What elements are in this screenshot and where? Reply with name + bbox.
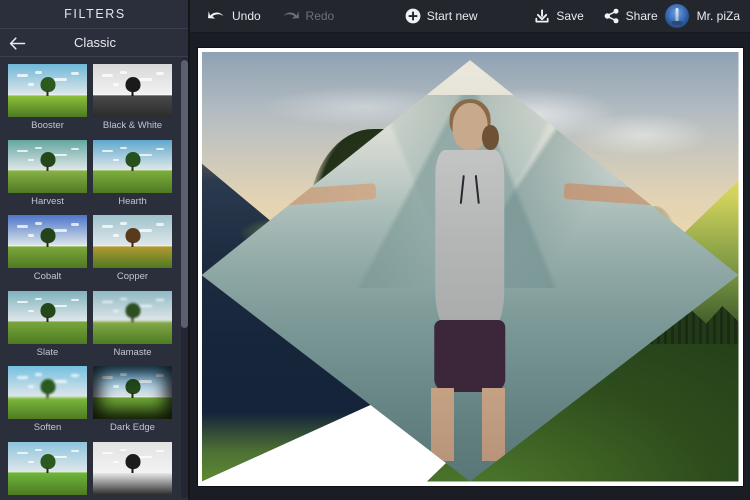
- filter-thumbnail[interactable]: [93, 366, 172, 419]
- filter-label: [8, 495, 87, 500]
- filter-item[interactable]: Namaste: [93, 290, 172, 363]
- filter-label: Namaste: [113, 346, 152, 358]
- filter-item[interactable]: [8, 441, 87, 500]
- filter-label: Cobalt: [33, 271, 62, 282]
- filter-label: Slate: [36, 346, 59, 358]
- filter-label: Copper: [116, 271, 149, 282]
- redo-button[interactable]: Redo: [274, 6, 342, 27]
- filter-item[interactable]: Dark Edge: [93, 366, 172, 438]
- save-button[interactable]: Save: [527, 5, 590, 27]
- undo-button[interactable]: Undo: [200, 6, 268, 27]
- filter-thumbnail[interactable]: [93, 215, 172, 268]
- filter-category-bar: Classic: [0, 29, 190, 57]
- canvas-area[interactable]: [190, 33, 750, 500]
- filter-thumbnail[interactable]: [8, 290, 87, 344]
- filters-sidebar: FILTERS Classic Booster Black & White Harv…: [0, 0, 190, 500]
- redo-arrow-icon: [281, 9, 300, 24]
- filter-label: Soften: [33, 422, 62, 433]
- filter-label: [93, 495, 172, 500]
- filter-thumbnail[interactable]: [8, 366, 87, 419]
- undo-label: Undo: [232, 9, 261, 23]
- avatar-image: [675, 8, 679, 22]
- arrow-left-icon[interactable]: [4, 29, 30, 57]
- save-label: Save: [556, 9, 584, 23]
- filter-thumbnail[interactable]: [93, 441, 172, 495]
- filter-item[interactable]: Soften: [8, 366, 87, 438]
- filter-item[interactable]: Harvest: [8, 139, 87, 212]
- user-avatar[interactable]: [664, 4, 689, 28]
- username-label: Mr. piZa: [696, 9, 741, 23]
- filter-label: Dark Edge: [110, 422, 155, 433]
- top-toolbar: Undo Redo Start new Save Share Mr. piZa: [190, 0, 750, 33]
- filter-item[interactable]: Hearth: [93, 139, 172, 212]
- filter-item[interactable]: Slate: [8, 290, 87, 363]
- photo-collage[interactable]: [201, 51, 739, 482]
- filter-category-label: Classic: [74, 35, 116, 50]
- share-nodes-icon: [604, 8, 620, 24]
- filter-thumbnail[interactable]: [93, 290, 172, 344]
- undo-arrow-icon: [207, 9, 226, 24]
- start-new-label: Start new: [426, 9, 478, 23]
- main-area: Undo Redo Start new Save Share Mr. piZa: [190, 0, 750, 500]
- download-icon: [534, 8, 550, 24]
- filter-item[interactable]: Cobalt: [8, 215, 87, 287]
- filter-thumbnail[interactable]: [8, 215, 87, 268]
- filter-list-scrollbar[interactable]: [181, 58, 188, 498]
- filter-label: Harvest: [31, 195, 64, 207]
- filter-label: Black & White: [102, 120, 163, 131]
- scrollbar-thumb[interactable]: [181, 60, 188, 328]
- photo-editor-app: FILTERS Classic Booster Black & White Harv…: [0, 0, 750, 500]
- filter-thumbnail[interactable]: [8, 64, 87, 117]
- collage-frame: [197, 47, 743, 486]
- filter-list[interactable]: Booster Black & White Harvest Hearth Cobalt C…: [0, 58, 190, 500]
- filter-label: Booster: [31, 120, 64, 131]
- filter-thumbnail[interactable]: [8, 139, 87, 193]
- start-new-button[interactable]: Start new: [398, 5, 485, 27]
- filter-item[interactable]: Booster: [8, 64, 87, 136]
- filter-item[interactable]: Copper: [93, 215, 172, 287]
- avatar-image-base: [671, 21, 683, 26]
- filter-label: Hearth: [118, 195, 147, 207]
- sidebar-title: FILTERS: [0, 0, 190, 29]
- filter-thumbnail[interactable]: [8, 441, 87, 495]
- filter-thumbnail[interactable]: [93, 139, 172, 193]
- plus-circle-icon: [405, 8, 421, 24]
- share-button[interactable]: Share: [597, 5, 665, 27]
- filter-thumbnail[interactable]: [93, 64, 172, 117]
- redo-label: Redo: [305, 9, 335, 23]
- filter-item[interactable]: Black & White: [93, 64, 172, 136]
- share-label: Share: [625, 9, 658, 23]
- filter-item[interactable]: [93, 441, 172, 500]
